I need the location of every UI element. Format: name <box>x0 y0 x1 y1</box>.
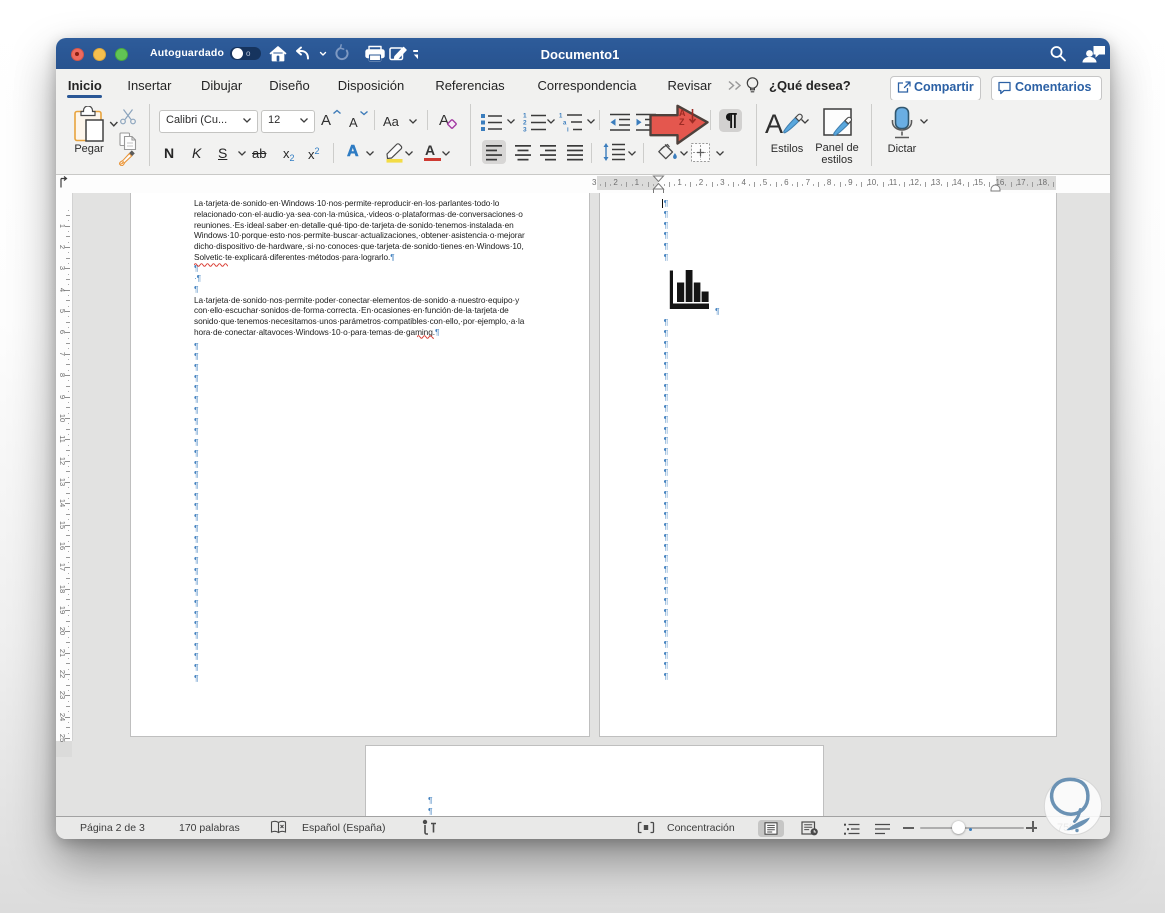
svg-text:Z: Z <box>679 117 685 127</box>
svg-text:3: 3 <box>523 127 527 134</box>
svg-text:1: 1 <box>559 114 563 120</box>
svg-text:i: i <box>567 128 569 134</box>
svg-text:A: A <box>765 109 783 139</box>
svg-text:1: 1 <box>523 113 527 120</box>
svg-text:a: a <box>563 121 567 127</box>
svg-text:2: 2 <box>523 120 527 127</box>
